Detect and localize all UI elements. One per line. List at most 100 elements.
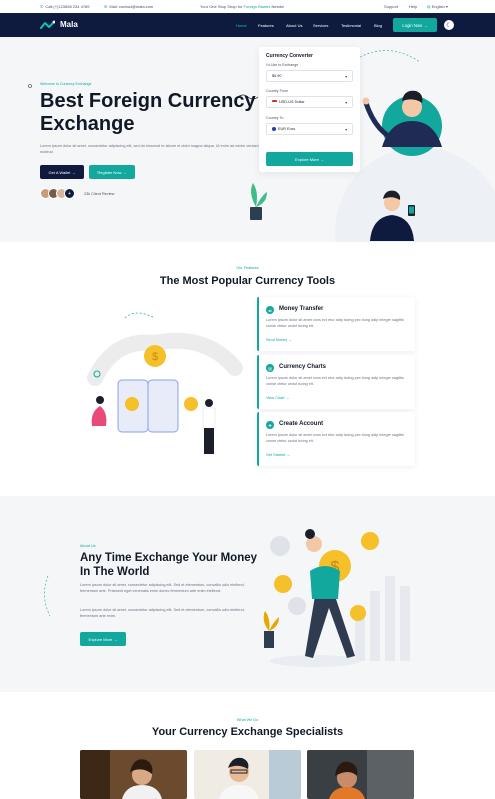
mail-text: Mail: contact@mala.com — [109, 4, 154, 9]
hero-title: Best Foreign Currency Exchange — [40, 90, 256, 135]
hero-section: Welcome to Currency Exchange Best Foreig… — [0, 37, 495, 242]
tool-title: Money Transfer — [279, 306, 324, 312]
get-wallet-button[interactable]: Get A Wallet → — [40, 165, 84, 179]
chevron-down-icon: ▾ — [345, 128, 347, 132]
amount-value: $5.90 — [272, 74, 282, 78]
arrow-right-icon: → — [286, 453, 291, 457]
team-title: Your Currency Exchange Specialists — [151, 726, 344, 738]
register-label: Register Now — [97, 169, 122, 175]
amount-input[interactable]: $5.90 ▾ — [266, 70, 353, 82]
mail-icon: ✉ — [104, 4, 108, 9]
theme-toggle-icon[interactable]: ☾ — [444, 20, 454, 30]
explore-more-button[interactable]: Explore More → — [266, 152, 353, 166]
arrow-right-icon: → — [122, 169, 127, 175]
team-member-photo — [194, 750, 301, 799]
from-value: USD-US Dollar — [279, 100, 305, 104]
from-label: Country From — [266, 89, 288, 93]
tool-title: Create Account — [279, 421, 324, 427]
nav-services[interactable]: Services — [313, 23, 328, 28]
tools-title: The Most Popular Currency Tools — [159, 275, 336, 287]
tool-link-label: Send Money — [266, 338, 288, 342]
arrow-right-icon: → — [71, 169, 76, 175]
about-explore-button[interactable]: Explore More → — [80, 632, 126, 646]
eu-flag-icon — [272, 127, 276, 131]
country-to-select[interactable]: EUR Euro ▾ — [266, 123, 353, 135]
nav-home[interactable]: Home — [236, 23, 247, 28]
language-select[interactable]: ◍ English ▾ — [427, 4, 448, 9]
converter-title: Currency Converter — [266, 53, 313, 59]
tool-description: Lorem ipsum dolor sit amet cons ect etur… — [266, 433, 404, 443]
about-section: $ About Us Any Time Exchange Your Money … — [0, 496, 495, 692]
nav-features[interactable]: Features — [258, 23, 274, 28]
tool-description: Lorem ipsum dolor sit amet cons ect etur… — [266, 376, 404, 386]
mail-info[interactable]: ✉ Mail: contact@mala.com — [104, 4, 153, 9]
team-tag: What We Do — [236, 718, 259, 722]
arrow-right-icon: → — [288, 338, 293, 342]
nav-about[interactable]: About Us — [286, 23, 302, 28]
main-header: Mala Home Features About Us Services Tes… — [0, 13, 495, 37]
send-money-link[interactable]: Send Money → — [266, 338, 292, 342]
person-phone-illustration — [370, 190, 415, 241]
tool-title: Currency Charts — [279, 364, 327, 370]
slogan-post: Needs! — [270, 4, 285, 9]
phone-text: Call:(+)123658 234 4789 — [45, 4, 90, 9]
to-label: Country To — [266, 116, 284, 120]
about-explore-label: Explore More — [88, 636, 113, 642]
tool-card-money-transfer[interactable]: ⇄ Money Transfer Lorem ipsum dolor sit a… — [257, 297, 415, 351]
phone-info[interactable]: ✆ Call:(+)123658 234 4789 — [40, 4, 90, 9]
about-decoration: $ — [44, 529, 410, 667]
tool-card-currency-charts[interactable]: ▤ Currency Charts Lorem ipsum dolor sit … — [257, 355, 415, 409]
get-started-link[interactable]: Get Started → — [266, 453, 290, 457]
arrow-right-icon: → — [285, 396, 290, 400]
hero-description: Lorem ipsum dolor sit amet, consectetur … — [40, 144, 268, 154]
hero-tag: Welcome to Currency Exchange — [40, 82, 92, 86]
register-button[interactable]: Register Now → — [89, 165, 135, 179]
team-photo-1[interactable] — [80, 750, 187, 799]
tools-tag: Our Features — [236, 266, 259, 270]
about-tag: About Us — [80, 544, 96, 548]
top-info-bar: ✆ Call:(+)123658 234 4789 ✉ Mail: contact@… — [0, 0, 495, 13]
nav-blog[interactable]: Blog — [374, 23, 382, 28]
slogan: Your One Stop Shop for Foreign Blanes Ne… — [200, 4, 284, 9]
language-label: English — [431, 4, 445, 9]
amount-label: I'd Like to Exchange — [266, 63, 299, 67]
tool-link-label: View Chart — [266, 396, 285, 400]
team-member-photo — [307, 750, 414, 799]
us-flag-icon — [272, 100, 277, 104]
user-add-icon: ✚ — [266, 421, 274, 429]
country-from-select[interactable]: USD-US Dollar ▾ — [266, 96, 353, 108]
currency-converter-card: Currency Converter I'd Like to Exchange … — [259, 47, 360, 172]
tool-description: Lorem ipsum dolor sit amet cons ect etur… — [266, 318, 404, 328]
support-link[interactable]: Support — [384, 4, 398, 9]
get-wallet-label: Get A Wallet — [48, 169, 71, 175]
phone-icon: ✆ — [40, 4, 44, 9]
team-member-photo — [80, 750, 187, 799]
login-button[interactable]: Login Now → — [393, 18, 437, 32]
money-transfer-illustration: $ — [87, 312, 243, 454]
person-waving-illustration — [362, 90, 442, 156]
slogan-pre: Your One Stop Shop for — [200, 4, 244, 9]
chart-icon: ▤ — [266, 364, 274, 372]
svg-text:$: $ — [152, 351, 158, 363]
tool-card-create-account[interactable]: ✚ Create Account Lorem ipsum dolor sit a… — [257, 412, 415, 466]
chevron-down-icon: ▾ — [445, 4, 448, 9]
globe-icon: ◍ — [427, 4, 431, 9]
view-chart-link[interactable]: View Chart → — [266, 396, 289, 400]
transfer-icon: ⇄ — [266, 306, 274, 314]
to-value: EUR Euro — [278, 127, 296, 131]
logo-icon[interactable] — [40, 20, 55, 30]
plus-icon[interactable]: + — [64, 188, 75, 199]
team-photo-3[interactable] — [307, 750, 414, 799]
chevron-down-icon: ▾ — [345, 101, 347, 105]
about-title: Any Time Exchange Your Money In The Worl… — [80, 552, 258, 578]
nav-testimonial[interactable]: Testimonial — [341, 23, 361, 28]
tool-link-label: Get Started — [266, 453, 286, 457]
help-link[interactable]: Help — [409, 4, 417, 9]
team-photo-2[interactable] — [194, 750, 301, 799]
about-paragraph-1: Lorem ipsum dolor sit amet, consectetur … — [80, 583, 245, 593]
login-label: Login Now — [402, 22, 423, 28]
arrow-right-icon: → — [319, 156, 324, 162]
chevron-down-icon: ▾ — [345, 75, 347, 79]
logo-text[interactable]: Mala — [60, 20, 78, 29]
about-paragraph-2: Lorem ipsum dolor sit amet, consectetur … — [80, 608, 245, 618]
